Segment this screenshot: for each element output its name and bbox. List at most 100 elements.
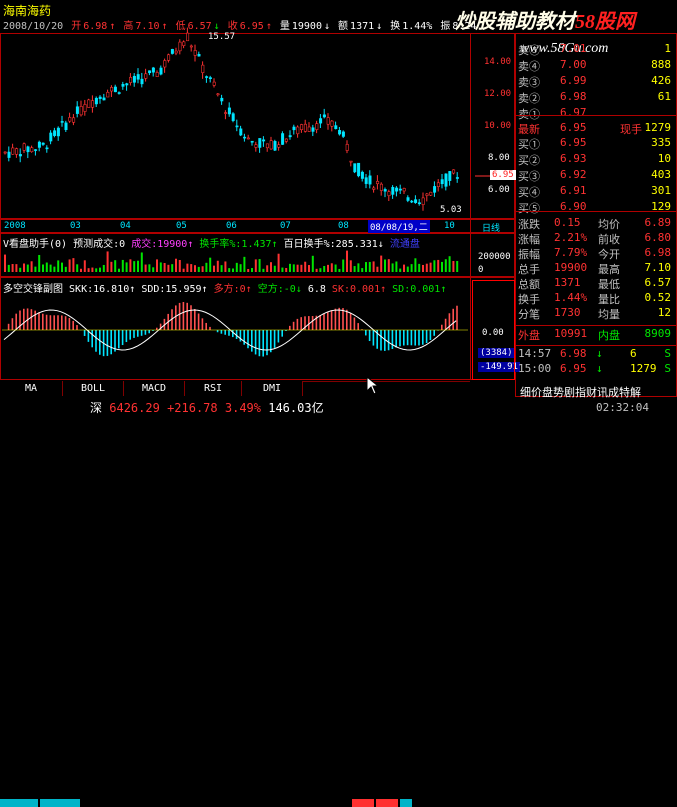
buy-row: 买④6.91301 — [518, 184, 675, 199]
candle-body — [148, 71, 150, 73]
index-quote[interactable]: 深 6426.29 +216.78 3.49% 146.03亿 — [90, 399, 324, 416]
ma-button[interactable]: MA — [0, 381, 63, 396]
stat-label2: 最低 — [598, 276, 620, 292]
candle-body — [392, 187, 394, 194]
buy-volume: 335 — [651, 136, 671, 149]
tick-direction: ↓ — [596, 362, 603, 375]
volume-bar — [369, 262, 371, 272]
candle-body — [209, 78, 211, 79]
buy-price: 6.92 — [560, 168, 587, 181]
stat-value: 1.44% — [554, 291, 587, 304]
candle-body — [46, 148, 48, 149]
indicator-bar — [445, 319, 447, 330]
sdd-value: SDD:15.959 — [141, 284, 201, 295]
indicator-bar — [354, 317, 356, 330]
candle-body — [251, 141, 253, 142]
candle-body — [175, 51, 177, 53]
buy-row: 买②6.9310 — [518, 152, 675, 167]
boll-button[interactable]: BOLL — [63, 381, 124, 396]
volume-bar — [133, 261, 135, 272]
candle-body — [141, 79, 143, 84]
candlestick-series — [4, 28, 459, 211]
buy-price: 6.95 — [560, 136, 587, 149]
volume-bar — [335, 265, 337, 272]
candle-body — [456, 177, 458, 178]
volume-bar — [46, 263, 48, 272]
indicator-bar — [110, 330, 112, 354]
volume-bar — [342, 260, 344, 272]
candle-body — [65, 123, 67, 130]
down-arrow-icon: ↓ — [296, 284, 302, 295]
tick-time: 15:00 — [518, 362, 551, 375]
candle-body — [247, 138, 249, 139]
candle-body — [91, 101, 93, 108]
candle-body — [95, 98, 97, 104]
rsi-button[interactable]: RSI — [185, 381, 242, 396]
candle-body — [137, 74, 139, 79]
indicator-bar — [418, 330, 420, 345]
indicator1-legend: V看盘助手(0) 预测成交:0 成交:19900↑ 换手率%:1.437↑ 百日… — [3, 235, 420, 250]
stat-value2: 6.80 — [645, 231, 672, 244]
buy-row: 买③6.92403 — [518, 168, 675, 183]
indicator1-name[interactable]: V看盘助手(0) — [3, 239, 67, 250]
volume-bar — [110, 262, 112, 272]
indicator-bar — [46, 315, 48, 330]
sell-volume: 888 — [651, 58, 671, 71]
volume-bar — [304, 262, 306, 272]
indicator-bar — [281, 330, 283, 337]
indicator2-name[interactable]: 多空交锋副图 — [3, 284, 63, 295]
volume-bar — [42, 264, 44, 272]
x-label-10: 10 — [444, 221, 455, 231]
candle-body — [38, 142, 40, 147]
indicator-bar — [407, 330, 409, 345]
indicator-bar — [145, 330, 147, 335]
x-label-03: 03 — [70, 221, 81, 231]
candle-body — [145, 74, 147, 79]
candle-body — [411, 201, 413, 202]
volume-bar — [259, 259, 261, 272]
stat-value: 1371 — [554, 276, 581, 289]
indicator2-box — [472, 280, 515, 380]
candle-body — [72, 118, 74, 123]
period-label[interactable]: 日线 — [482, 221, 500, 234]
volume-bar — [137, 261, 139, 272]
price-tick-10: 10.00 — [484, 121, 511, 131]
sell-price: 7.01 — [560, 42, 587, 55]
volume-bar — [376, 267, 378, 272]
volume-bar — [171, 264, 173, 272]
indicator-bar — [31, 309, 33, 330]
volume-bar — [91, 268, 93, 272]
indicator-bar — [137, 330, 139, 337]
candle-body — [361, 172, 363, 178]
candle-body — [433, 186, 435, 192]
candle-body — [319, 119, 321, 124]
volume-bar — [262, 269, 264, 272]
info-marquee[interactable]: 细价盘势剧指财讯成特解 — [520, 384, 641, 400]
candle-body — [19, 154, 21, 156]
volume-bar — [129, 259, 131, 272]
sd-value: SD:0.001 — [392, 284, 440, 295]
index-bar-left2 — [40, 799, 80, 807]
volume-series — [4, 251, 458, 272]
indicator-bar — [8, 324, 10, 330]
macd-button[interactable]: MACD — [124, 381, 185, 396]
candle-body — [76, 107, 78, 114]
volume-bar — [354, 266, 356, 272]
candle-body — [278, 145, 280, 148]
volume-bar — [27, 265, 29, 272]
volume-bar — [38, 255, 40, 272]
volume-bar — [293, 264, 295, 272]
indicator-bar — [342, 308, 344, 330]
candle-body — [350, 161, 352, 162]
indicator-bar — [456, 306, 458, 330]
candle-body — [221, 98, 223, 101]
index-bar-left — [0, 799, 38, 807]
stat-label: 振幅 — [518, 246, 540, 262]
dmi-button[interactable]: DMI — [242, 381, 303, 396]
indicator-bar — [274, 330, 276, 348]
latest-row: 最新6.95现手1279 — [518, 121, 675, 136]
volume-bar — [175, 259, 177, 272]
stat-row: 涨跌0.15均价6.89 — [518, 216, 675, 231]
volume-bar — [164, 263, 166, 272]
volume-bar — [392, 263, 394, 272]
